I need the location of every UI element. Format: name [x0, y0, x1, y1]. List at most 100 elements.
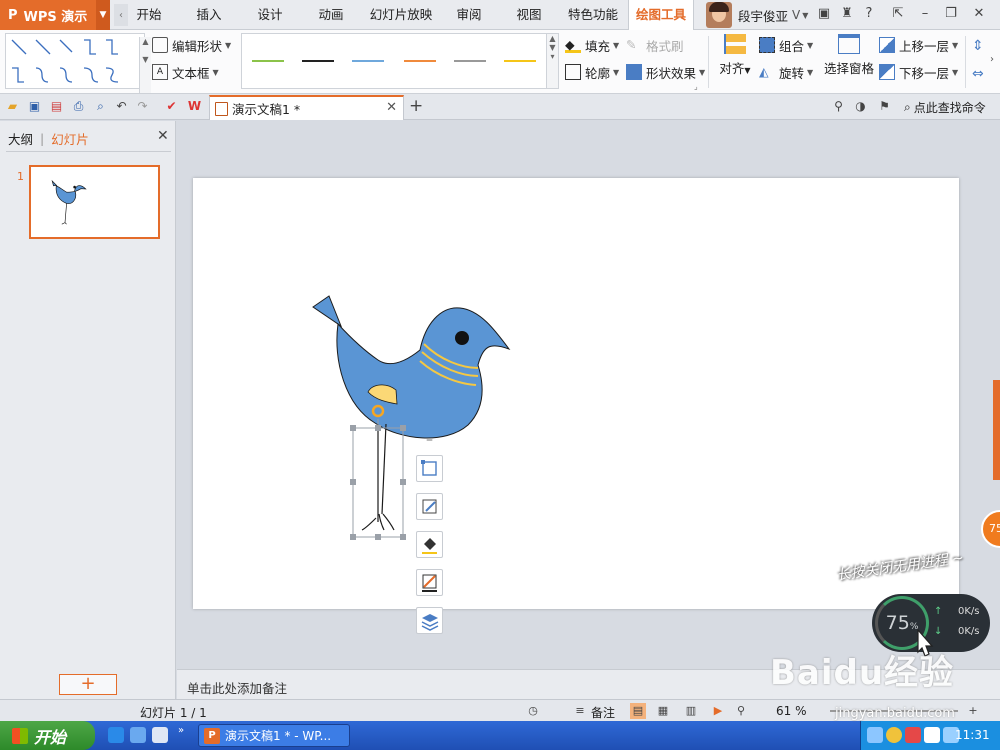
zoom-in-icon[interactable]: + — [965, 703, 981, 719]
fill-float-button[interactable] — [416, 531, 443, 558]
taskbar-item-wps[interactable]: P 演示文稿1 * - WP... — [198, 724, 350, 747]
command-search[interactable]: ⌕ 点此查找命令 — [904, 99, 986, 116]
bring-forward-button[interactable]: 上移一层 ▼ — [879, 34, 958, 56]
text-box-button[interactable]: A 文本框 ▼ — [152, 61, 219, 83]
notes-button[interactable]: 备注 — [591, 704, 615, 721]
tab-home[interactable]: 开始 — [128, 0, 170, 30]
network-icon[interactable] — [867, 727, 883, 743]
align-button[interactable]: 对齐▼ — [716, 34, 754, 77]
send-backward-button[interactable]: 下移一层 ▼ — [879, 61, 958, 83]
chevron-left-icon[interactable]: ‹ — [114, 4, 128, 26]
chevron-down-icon[interactable]: ▼ — [802, 11, 808, 20]
location-icon[interactable]: ⚲ — [733, 703, 749, 719]
help-icon[interactable]: ? — [860, 5, 878, 23]
slide-canvas[interactable] — [193, 178, 959, 609]
restore-ribbon-icon[interactable]: ⇱ — [889, 5, 907, 23]
print-icon[interactable]: ⎙ — [70, 98, 87, 115]
open-folder-icon[interactable]: ▰ — [4, 98, 21, 115]
volume-icon[interactable] — [924, 727, 940, 743]
edit-shape-float-button[interactable] — [416, 493, 443, 520]
chevron-down-icon[interactable]: ▼ — [96, 0, 110, 30]
zoom-level[interactable]: 61 % — [776, 704, 807, 718]
avatar[interactable] — [706, 2, 732, 28]
line-swatch[interactable] — [302, 60, 334, 62]
slide-sorter-icon[interactable]: ▦ — [655, 703, 671, 719]
new-tab-icon[interactable]: + — [409, 96, 423, 116]
format-painter-button[interactable]: ✎ 格式刷 — [626, 34, 684, 56]
tab-design[interactable]: 设计 — [248, 0, 292, 30]
browser-icon[interactable] — [130, 727, 146, 743]
antivirus-icon[interactable] — [905, 727, 921, 743]
notes-placeholder[interactable]: 单击此处添加备注 — [187, 678, 287, 697]
skin-icon[interactable]: ▣ — [815, 5, 833, 23]
tab-animation[interactable]: 动画 — [309, 0, 353, 30]
tab-insert[interactable]: 插入 — [187, 0, 231, 30]
reading-view-icon[interactable]: ▥ — [683, 703, 699, 719]
ie-icon[interactable] — [108, 727, 124, 743]
export-pdf-icon[interactable]: ▤ — [48, 98, 65, 115]
minimize-icon[interactable]: – — [916, 5, 934, 23]
crop-shape-button[interactable] — [416, 455, 443, 482]
skin-mode-icon[interactable]: ◑ — [852, 98, 869, 115]
notes-icon[interactable]: ≡ — [572, 703, 588, 719]
tab-features[interactable]: 特色功能 — [566, 0, 620, 30]
start-button[interactable]: 开始 — [0, 721, 95, 750]
normal-view-icon[interactable]: ▤ — [630, 703, 646, 719]
connector-gallery[interactable]: ▲ ▼ — [5, 33, 151, 93]
tab-slides[interactable]: 幻灯片 — [51, 129, 89, 148]
line-swatch[interactable] — [504, 60, 536, 62]
close-icon[interactable]: ✕ — [157, 128, 169, 144]
slide-thumbnail[interactable] — [29, 165, 160, 239]
tab-review[interactable]: 审阅 — [450, 0, 488, 30]
user-name[interactable]: 段宇俊亚 — [738, 6, 788, 25]
tab-view[interactable]: 视图 — [508, 0, 550, 30]
pin-icon[interactable]: ⚲ — [830, 98, 847, 115]
tab-slideshow[interactable]: 幻灯片放映 — [368, 0, 434, 30]
app-menu-button[interactable]: P WPS 演示 ▼ — [0, 0, 110, 30]
gallery-scroll[interactable]: ▲ ▼ — [139, 37, 151, 93]
wps-home-icon[interactable]: W — [186, 98, 203, 115]
close-icon[interactable]: ✕ — [970, 5, 988, 23]
share-icon[interactable]: ⚑ — [876, 98, 893, 115]
outline-button[interactable]: 轮廓 ▼ — [565, 61, 619, 83]
shape-effect-icon — [626, 64, 642, 80]
height-icon[interactable]: ⇕ — [972, 38, 984, 54]
tab-outline[interactable]: 大纲 — [8, 129, 33, 148]
shape-effect-button[interactable]: 形状效果 ▼ — [626, 61, 705, 83]
line-swatch[interactable] — [454, 60, 486, 62]
security-icon[interactable] — [886, 727, 902, 743]
close-tab-icon[interactable]: ✕ — [386, 100, 397, 115]
redo-icon[interactable]: ↷ — [134, 98, 151, 115]
show-desktop-icon[interactable] — [152, 727, 168, 743]
play-icon[interactable]: ▶ — [710, 703, 726, 719]
shirt-icon[interactable]: ♜ — [838, 5, 856, 23]
outline-float-button[interactable] — [416, 569, 443, 596]
fill-button[interactable]: ◆ 填充 ▼ — [565, 34, 619, 56]
side-panel-handle[interactable] — [993, 380, 1000, 480]
line-swatch[interactable] — [404, 60, 436, 62]
layer-float-button[interactable] — [416, 607, 443, 634]
width-icon[interactable]: ⇔ — [972, 66, 984, 82]
edit-shape-button[interactable]: 编辑形状 ▼ — [152, 34, 231, 56]
undo-icon[interactable]: ↶ — [113, 98, 130, 115]
rotate-button[interactable]: ◭ 旋转 ▼ — [759, 61, 813, 83]
save-icon[interactable]: ▣ — [26, 98, 43, 115]
customize-icon[interactable]: ✔ — [163, 98, 180, 115]
user-account[interactable]: 段宇俊亚 V ▼ — [706, 2, 808, 28]
gallery-scroll[interactable]: ▲ ▼ ▾ — [546, 34, 558, 88]
dialog-launcher-icon[interactable]: ⌟ — [694, 82, 698, 91]
outline-icon — [565, 64, 581, 80]
add-slide-button[interactable]: + — [59, 674, 117, 695]
selection-pane-button[interactable]: 选择窗格 — [823, 34, 875, 77]
document-tab[interactable]: 演示文稿1 * ✕ — [209, 95, 404, 120]
line-swatch[interactable] — [352, 60, 384, 62]
expand-icon[interactable]: » — [178, 725, 184, 736]
maximize-icon[interactable]: ❐ — [942, 5, 960, 23]
print-preview-icon[interactable]: ⌕ — [92, 98, 109, 115]
history-icon[interactable]: ◷ — [525, 703, 541, 719]
group-button[interactable]: 组合 ▼ — [759, 34, 813, 56]
tab-drawing-tools[interactable]: 绘图工具 — [628, 0, 694, 31]
line-swatch[interactable] — [252, 60, 284, 62]
line-style-gallery[interactable]: ▲ ▼ ▾ — [241, 33, 559, 89]
ribbon-scroll-right[interactable]: › — [990, 54, 994, 65]
